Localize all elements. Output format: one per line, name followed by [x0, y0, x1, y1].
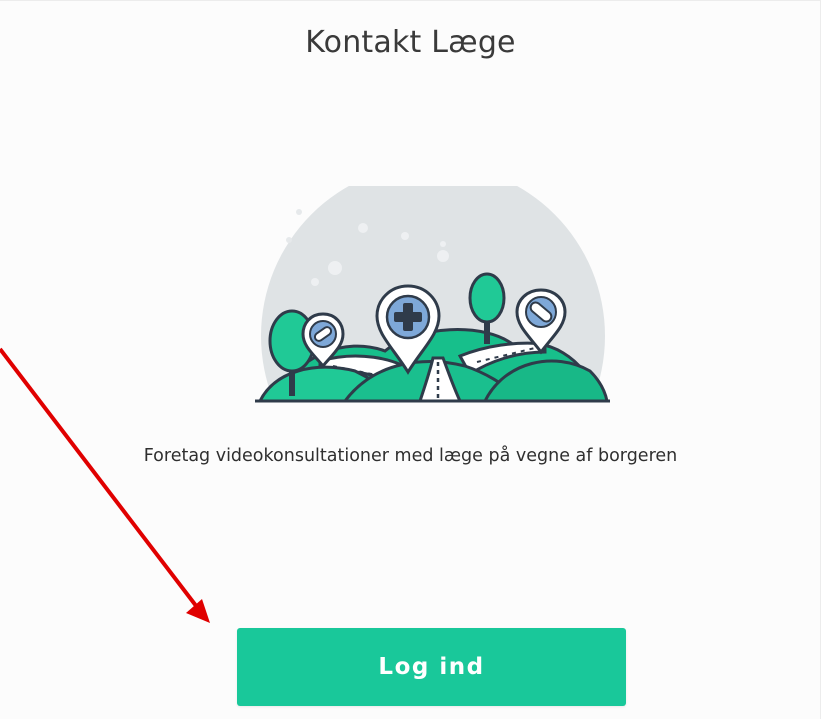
- page-title: Kontakt Læge: [305, 25, 516, 60]
- login-button[interactable]: Log ind: [237, 628, 626, 706]
- page: Kontakt Læge Foretag videokonsultationer…: [0, 0, 821, 719]
- description-text: Foretag videokonsultationer med læge på …: [143, 446, 678, 466]
- hills-map-pins-medical-illustration: [255, 186, 610, 403]
